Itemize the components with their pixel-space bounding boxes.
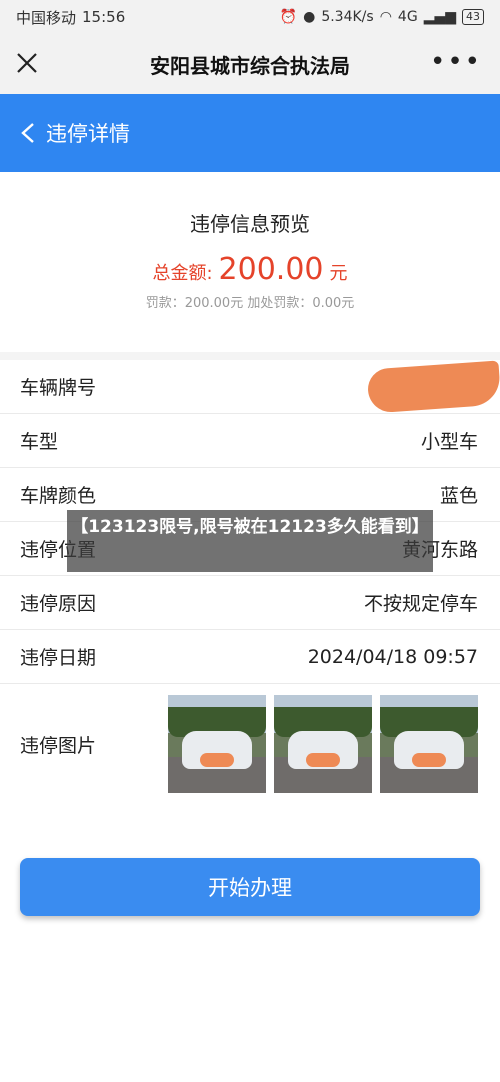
battery-icon: 43 <box>462 9 484 25</box>
app-titlebar: 安阳县城市综合执法局 ••• <box>0 34 500 94</box>
caption-overlay: 【123123限号,限号被在12123多久能看到】 <box>67 510 433 572</box>
total-label: 总金额: <box>152 263 213 284</box>
page-title[interactable]: 违停详情 <box>46 118 130 148</box>
wifi-icon: ◠ <box>379 9 392 25</box>
row-label: 违停图片 <box>20 734 97 757</box>
row-vehicle-type: 车型 小型车 <box>0 414 500 468</box>
network-type: 4G <box>397 9 418 25</box>
section-divider <box>0 352 500 360</box>
more-menu-icon[interactable]: ••• <box>430 49 482 75</box>
row-label: 车型 <box>20 431 59 453</box>
violation-photo[interactable] <box>274 695 372 793</box>
clock: 15:56 <box>82 8 126 26</box>
fee-breakdown: 罚款：200.00元 加处罚款：0.00元 <box>145 296 355 311</box>
total-unit: 元 <box>329 263 348 284</box>
signal-icon: ▂▄▆ <box>423 9 456 25</box>
app-title: 安阳县城市综合执法局 <box>150 53 350 78</box>
close-icon[interactable] <box>14 50 40 76</box>
violation-photo[interactable] <box>168 695 266 793</box>
row-plate-number: 车辆牌号 <box>0 360 500 414</box>
row-label: 违停原因 <box>20 593 97 615</box>
row-label: 车牌颜色 <box>20 485 97 507</box>
fee-summary: 违停信息预览 总金额: 200.00 元 罚款：200.00元 加处罚款：0.0… <box>0 172 500 352</box>
redaction-mark <box>366 360 500 414</box>
row-date: 违停日期 2024/04/18 09:57 <box>0 630 500 684</box>
network-speed: 5.34K/s <box>321 9 374 25</box>
row-label: 车辆牌号 <box>20 377 97 399</box>
violation-photo[interactable] <box>380 695 478 793</box>
total-amount-line: 总金额: 200.00 元 <box>0 252 500 287</box>
start-processing-button[interactable]: 开始办理 <box>20 858 480 916</box>
summary-heading: 违停信息预览 <box>190 212 310 236</box>
row-value: 小型车 <box>420 431 478 453</box>
status-left: 中国移动 15:56 <box>16 7 125 28</box>
total-amount: 200.00 <box>218 252 324 287</box>
location-icon: ● <box>303 9 316 25</box>
row-value: 蓝色 <box>439 485 478 507</box>
back-icon[interactable] <box>18 122 40 144</box>
nav-bar: 违停详情 <box>0 94 500 172</box>
detail-list: 车辆牌号 车型 小型车 车牌颜色 蓝色 违停位置 黄河东路 违停原因 不按规定停… <box>0 360 500 804</box>
alarm-icon: ⏰ <box>279 9 298 25</box>
photo-gallery <box>168 695 478 793</box>
row-label: 违停日期 <box>20 647 97 669</box>
row-reason: 违停原因 不按规定停车 <box>0 576 500 630</box>
status-bar: 中国移动 15:56 ⏰ ● 5.34K/s ◠ 4G ▂▄▆ 43 <box>0 0 500 34</box>
carrier-label: 中国移动 <box>16 8 77 27</box>
status-right: ⏰ ● 5.34K/s ◠ 4G ▂▄▆ 43 <box>280 9 484 25</box>
row-value: 不按规定停车 <box>363 593 478 615</box>
row-value: 2024/04/18 09:57 <box>307 645 478 668</box>
row-photos: 违停图片 <box>0 684 500 804</box>
